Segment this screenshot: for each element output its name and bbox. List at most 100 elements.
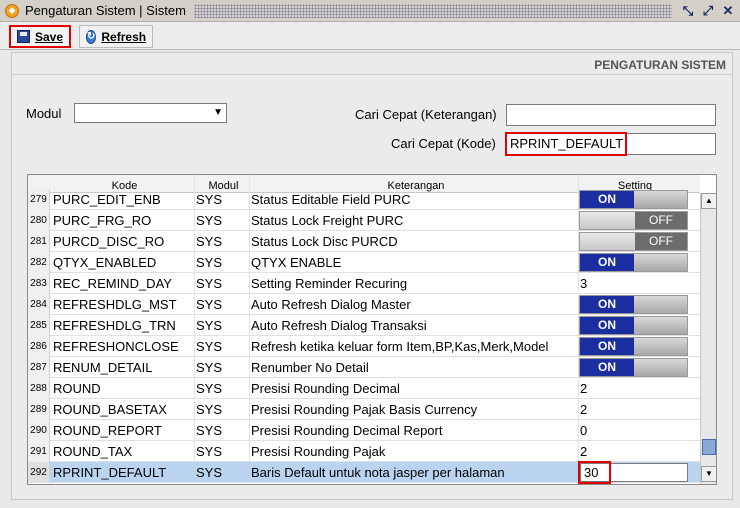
cell-keterangan: Status Lock Disc PURCD <box>251 234 398 249</box>
toggle-off-state: OFF <box>635 212 687 229</box>
row-number: 290 <box>28 420 50 441</box>
table-row[interactable]: 287 RENUM_DETAIL SYS Renumber No Detail ON <box>28 357 700 378</box>
table-row[interactable]: 289 ROUND_BASETAX SYS Presisi Rounding Paja… <box>28 399 700 420</box>
table-row[interactable]: 280 PURC_FRG_RO SYS Status Lock Freight PUR… <box>28 210 700 231</box>
floppy-disk-icon <box>17 30 30 43</box>
cell-kode: QTYX_ENABLED <box>53 255 157 270</box>
app-icon: ◆ <box>5 3 19 18</box>
toggle-track <box>634 338 687 355</box>
setting-toggle[interactable]: OFF <box>579 211 688 230</box>
refresh-button[interactable]: ↻ Refresh <box>79 25 153 48</box>
cell-modul: SYS <box>196 381 223 396</box>
cari-kode-input[interactable]: RPRINT_DEFAULT <box>506 133 716 155</box>
cell-setting[interactable]: 2 <box>580 381 688 396</box>
toggle-on-state: ON <box>580 317 634 334</box>
cell-kode: RENUM_DETAIL <box>53 360 153 375</box>
row-number: 281 <box>28 231 50 252</box>
row-number: 285 <box>28 315 50 336</box>
cell-kode: ROUND <box>53 381 101 396</box>
cell-modul: SYS <box>196 297 223 312</box>
cell-keterangan: Presisi Rounding Pajak Basis Currency <box>251 402 478 417</box>
setting-toggle[interactable]: OFF <box>579 232 688 251</box>
table-row[interactable]: 283 REC_REMIND_DAY SYS Setting Reminder Rec… <box>28 273 700 294</box>
toggle-track <box>634 317 687 334</box>
toggle-track <box>634 254 687 271</box>
maximize-icon[interactable]: ⤢ <box>700 3 716 19</box>
toggle-on-state: ON <box>580 191 634 208</box>
cari-keterangan-label: Cari Cepat (Keterangan) <box>355 107 497 122</box>
cari-keterangan-input[interactable] <box>506 104 716 126</box>
toggle-on-state: ON <box>580 338 634 355</box>
setting-toggle[interactable]: ON <box>579 295 688 314</box>
toolbar: Save ↻ Refresh <box>0 22 740 50</box>
cell-setting[interactable]: 0 <box>580 423 688 438</box>
table-row[interactable]: 286 REFRESHONCLOSE SYS Refresh ketika kelua… <box>28 336 700 357</box>
section-divider <box>12 74 732 75</box>
scroll-down-icon[interactable]: ▼ <box>701 466 716 482</box>
toggle-on-state: ON <box>580 296 634 313</box>
setting-toggle[interactable]: ON <box>579 316 688 335</box>
cell-keterangan: Presisi Rounding Decimal Report <box>251 423 443 438</box>
title-bar: ◆ Pengaturan Sistem | Sistem ⤡ ⤢ ✕ <box>0 0 740 22</box>
cell-keterangan: Status Editable Field PURC <box>251 192 411 207</box>
modul-select[interactable]: ▼ <box>74 103 227 123</box>
cell-modul: SYS <box>196 318 223 333</box>
restore-icon[interactable]: ⤡ <box>680 3 696 19</box>
cell-modul: SYS <box>196 213 223 228</box>
row-number: 280 <box>28 210 50 231</box>
table-row[interactable]: 282 QTYX_ENABLED SYS QTYX ENABLE ON <box>28 252 700 273</box>
cell-keterangan: QTYX ENABLE <box>251 255 342 270</box>
toggle-on-state: ON <box>580 359 634 376</box>
row-number: 283 <box>28 273 50 294</box>
setting-toggle[interactable]: ON <box>579 190 688 209</box>
cell-keterangan: Status Lock Freight PURC <box>251 213 404 228</box>
cell-kode: PURCD_DISC_RO <box>53 234 165 249</box>
toggle-track <box>580 233 635 250</box>
cell-modul: SYS <box>196 423 223 438</box>
refresh-button-label: Refresh <box>101 29 147 44</box>
cell-setting[interactable]: 2 <box>580 402 688 417</box>
save-button[interactable]: Save <box>9 25 71 48</box>
settings-grid: Kode Modul Keterangan Setting 279 PURC_ED… <box>27 174 717 485</box>
table-row[interactable]: 291 ROUND_TAX SYS Presisi Rounding Pajak 2 <box>28 441 700 462</box>
cell-kode: PURC_EDIT_ENB <box>53 192 161 207</box>
table-row[interactable]: 292 RPRINT_DEFAULT SYS Baris Default untuk … <box>28 461 700 484</box>
row-number: 284 <box>28 294 50 315</box>
close-icon[interactable]: ✕ <box>720 3 736 19</box>
row-number: 289 <box>28 399 50 420</box>
scroll-up-icon[interactable]: ▲ <box>701 193 716 209</box>
cell-kode: REFRESHDLG_TRN <box>53 318 176 333</box>
setting-edit-input[interactable]: 30 <box>580 463 688 482</box>
cell-setting[interactable]: 3 <box>580 276 688 291</box>
table-row[interactable]: 284 REFRESHDLG_MST SYS Auto Refresh Dialog … <box>28 294 700 315</box>
table-row[interactable]: 285 REFRESHDLG_TRN SYS Auto Refresh Dialog … <box>28 315 700 336</box>
toggle-track <box>634 191 687 208</box>
table-row[interactable]: 290 ROUND_REPORT SYS Presisi Rounding Decim… <box>28 420 700 441</box>
cell-setting[interactable]: 2 <box>580 444 688 459</box>
cell-modul: SYS <box>196 360 223 375</box>
save-button-label: Save <box>34 29 63 44</box>
toggle-track <box>634 359 687 376</box>
toggle-track <box>634 296 687 313</box>
cell-modul: SYS <box>196 192 223 207</box>
toggle-on-state: ON <box>580 254 634 271</box>
cell-kode: PURC_FRG_RO <box>53 213 152 228</box>
table-row[interactable]: 281 PURCD_DISC_RO SYS Status Lock Disc PURC… <box>28 231 700 252</box>
cell-keterangan: Refresh ketika keluar form Item,BP,Kas,M… <box>251 339 549 354</box>
setting-toggle[interactable]: ON <box>579 337 688 356</box>
row-number: 279 <box>28 189 50 210</box>
chevron-down-icon: ▼ <box>213 107 223 118</box>
table-row[interactable]: 288 ROUND SYS Presisi Rounding Decimal 2 <box>28 378 700 399</box>
row-number: 291 <box>28 441 50 462</box>
setting-toggle[interactable]: ON <box>579 253 688 272</box>
scrollbar-thumb[interactable] <box>702 439 716 455</box>
cell-keterangan: Presisi Rounding Pajak <box>251 444 386 459</box>
cell-kode: REFRESHONCLOSE <box>53 339 179 354</box>
vertical-scrollbar[interactable]: ▲ ▼ <box>700 193 716 484</box>
setting-toggle[interactable]: ON <box>579 358 688 377</box>
cell-modul: SYS <box>196 402 223 417</box>
table-row[interactable]: 279 PURC_EDIT_ENB SYS Status Editable Field… <box>28 189 700 210</box>
cell-keterangan: Renumber No Detail <box>251 360 369 375</box>
cell-kode: REFRESHDLG_MST <box>53 297 177 312</box>
cell-keterangan: Setting Reminder Recuring <box>251 276 408 291</box>
